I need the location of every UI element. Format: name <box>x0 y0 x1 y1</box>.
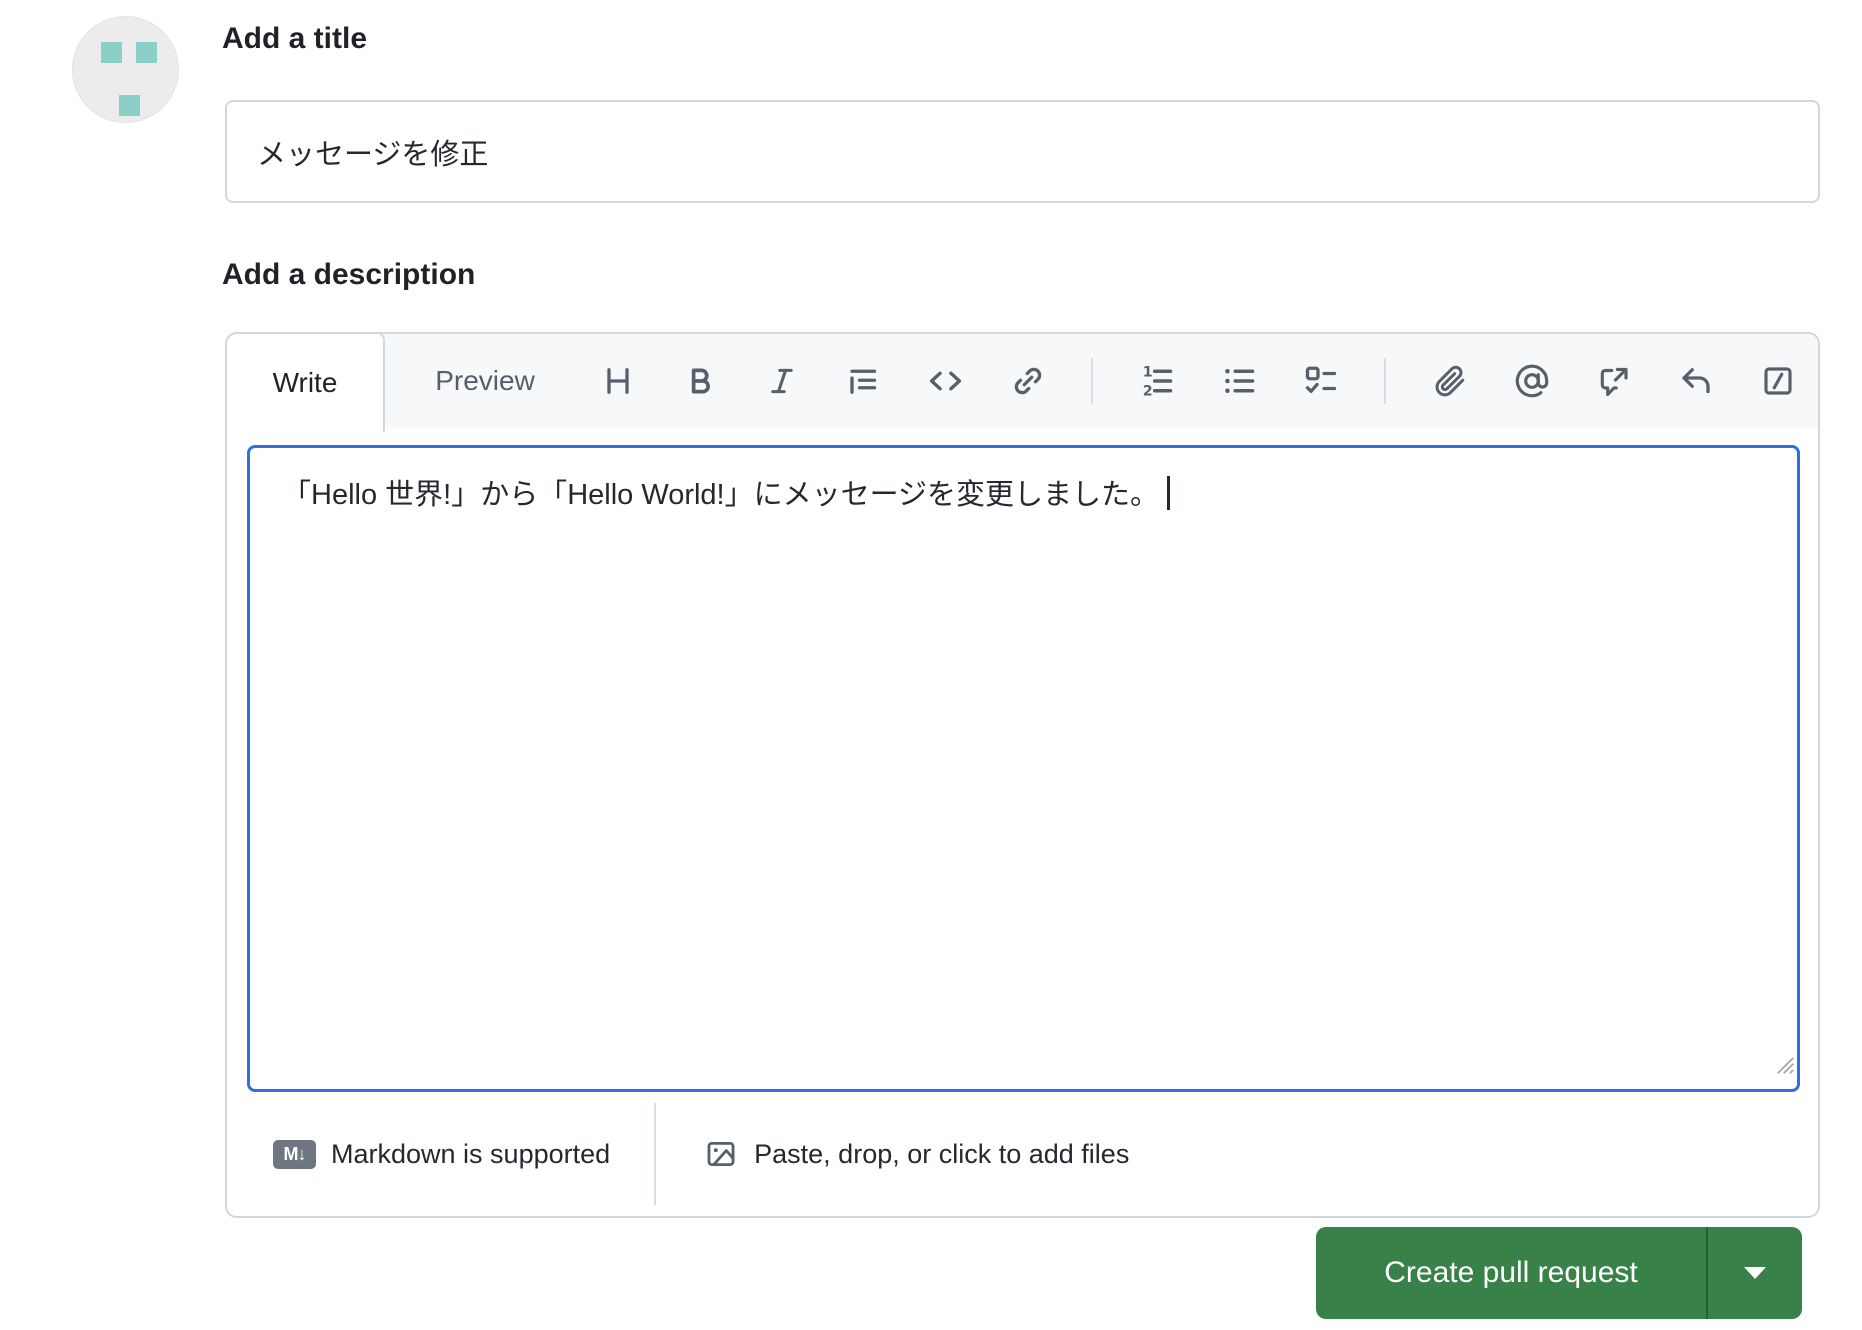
create-pull-request-form: Add a title Add a description Write Prev… <box>0 0 1862 1330</box>
cross-reference-icon[interactable] <box>1595 363 1632 400</box>
toolbar-separator <box>1384 358 1386 404</box>
heading-icon[interactable] <box>599 363 636 400</box>
link-icon[interactable] <box>1009 363 1046 400</box>
attach-hint-text: Paste, drop, or click to add files <box>754 1138 1130 1169</box>
task-list-icon[interactable] <box>1302 363 1339 400</box>
unordered-list-icon[interactable] <box>1220 363 1257 400</box>
italic-icon[interactable] <box>763 363 800 400</box>
markdown-hint-text: Markdown is supported <box>331 1138 611 1169</box>
tab-write[interactable]: Write <box>225 332 385 432</box>
title-input[interactable] <box>225 100 1820 203</box>
markdown-editor: Write Preview 1 2 「Hello 世界!」から「Hello Wo… <box>225 332 1820 1218</box>
resize-handle-icon[interactable] <box>1777 1044 1794 1086</box>
description-textarea[interactable]: 「Hello 世界!」から「Hello World!」にメッセージを変更しました… <box>247 445 1800 1092</box>
code-icon[interactable] <box>927 363 964 400</box>
avatar <box>72 16 179 123</box>
svg-text:2: 2 <box>1142 383 1152 399</box>
create-pull-request-split-button: Create pull request <box>1316 1227 1802 1319</box>
text-cursor <box>1167 476 1171 510</box>
identicon-square <box>101 42 122 63</box>
chevron-down-icon <box>1744 1267 1766 1279</box>
description-label: Add a description <box>222 258 476 291</box>
editor-footer: M↓ Markdown is supported Paste, drop, or… <box>227 1092 1818 1216</box>
description-text: 「Hello 世界!」から「Hello World!」にメッセージを変更しました… <box>282 479 1160 511</box>
create-pull-request-dropdown-button[interactable] <box>1708 1227 1802 1319</box>
saved-replies-icon[interactable] <box>1759 363 1796 400</box>
create-pull-request-button[interactable]: Create pull request <box>1316 1227 1706 1319</box>
footer-divider <box>654 1103 657 1205</box>
markdown-supported-link[interactable]: M↓ Markdown is supported <box>273 1139 610 1170</box>
mention-icon[interactable] <box>1513 363 1550 400</box>
title-label: Add a title <box>222 22 368 55</box>
bold-icon[interactable] <box>681 363 718 400</box>
tab-write-label: Write <box>272 367 338 398</box>
ordered-list-icon[interactable]: 1 2 <box>1138 363 1175 400</box>
attach-icon[interactable] <box>1431 363 1468 400</box>
image-icon <box>707 1141 735 1167</box>
tab-preview-label: Preview <box>435 365 535 396</box>
markdown-toolbar: 1 2 <box>599 334 1800 428</box>
create-pull-request-label: Create pull request <box>1384 1256 1638 1289</box>
identicon-square <box>136 42 157 63</box>
svg-text:1: 1 <box>1142 365 1152 381</box>
markdown-icon: M↓ <box>273 1139 316 1169</box>
quote-icon[interactable] <box>845 363 882 400</box>
attach-files-button[interactable]: Paste, drop, or click to add files <box>704 1137 1129 1171</box>
tab-preview[interactable]: Preview <box>399 334 571 428</box>
identicon-square <box>119 95 140 116</box>
reply-icon[interactable] <box>1677 363 1714 400</box>
toolbar-separator <box>1091 358 1093 404</box>
